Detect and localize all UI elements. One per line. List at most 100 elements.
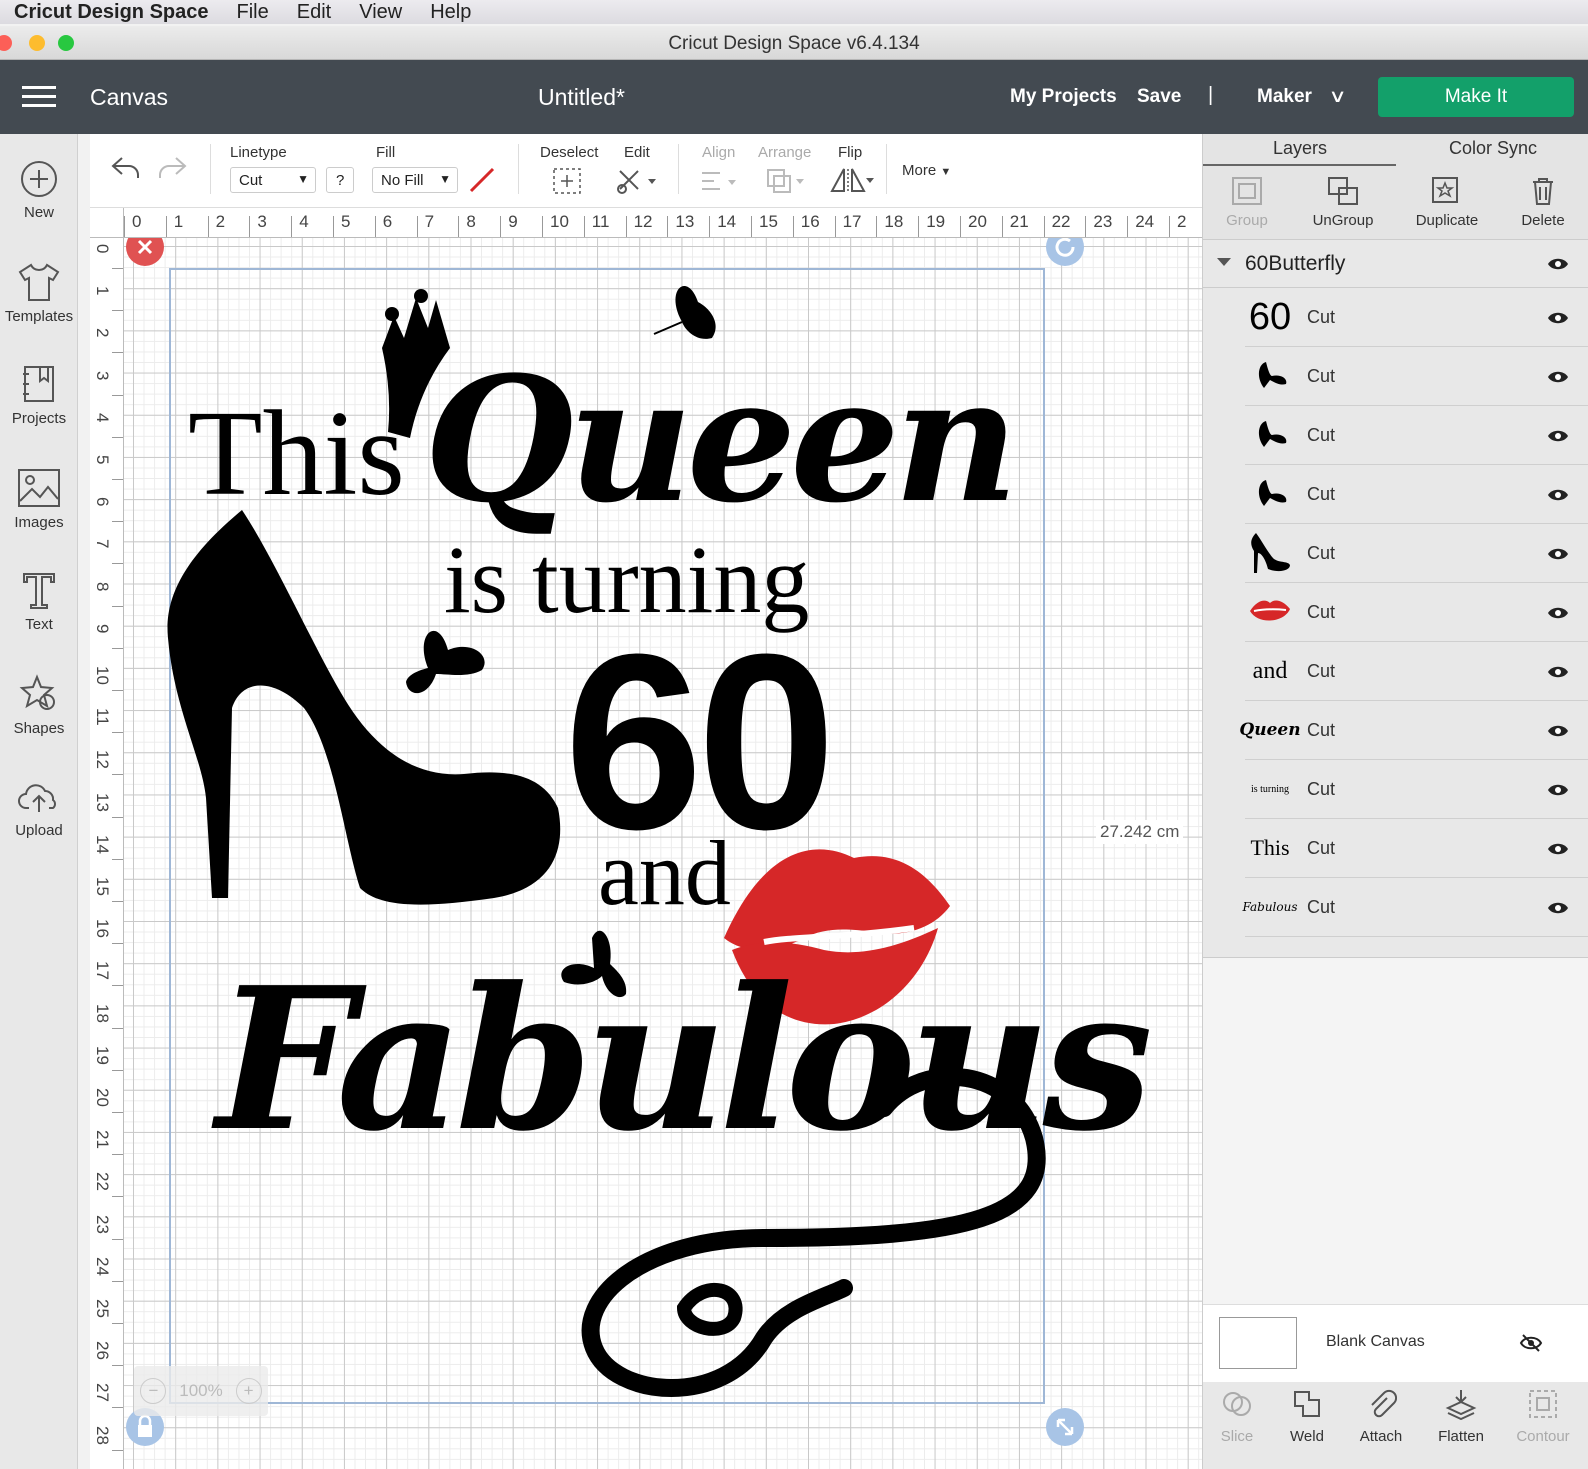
contour-button[interactable]: Contour (1503, 1388, 1583, 1445)
layer-row[interactable]: Cut (1245, 524, 1588, 583)
zoom-out-icon[interactable]: − (140, 1378, 167, 1404)
flip-icon[interactable] (830, 167, 874, 195)
ruler-corner (90, 208, 124, 238)
menu-edit[interactable]: Edit (297, 1, 331, 24)
eye-icon[interactable] (1547, 724, 1569, 738)
layer-row[interactable]: and Cut (1245, 642, 1588, 701)
undo-icon[interactable] (110, 154, 142, 182)
rotate-handle-icon[interactable] (1046, 238, 1084, 266)
design-text-queen[interactable]: Queen (424, 338, 1019, 541)
group-label: Group (1226, 212, 1268, 229)
layer-row[interactable]: is turning Cut (1245, 760, 1588, 819)
machine-selector[interactable]: Maker (1257, 86, 1312, 108)
delete-handle-icon[interactable] (126, 238, 164, 266)
eye-icon[interactable] (1547, 311, 1569, 325)
nav-projects[interactable]: Projects (0, 364, 78, 427)
layer-thumbnail (1247, 471, 1293, 517)
layer-row[interactable]: This Cut (1245, 819, 1588, 878)
redo-icon[interactable] (156, 154, 188, 182)
trash-icon (1533, 178, 1553, 205)
layer-group-row[interactable]: 60Butterfly (1203, 240, 1588, 288)
expand-triangle-icon[interactable] (1217, 258, 1231, 266)
eye-hidden-icon[interactable] (1519, 1333, 1543, 1353)
linetype-select[interactable]: Cut ▼ (230, 167, 316, 193)
ruler-tick (792, 216, 794, 237)
menu-view[interactable]: View (359, 1, 402, 24)
linetype-help-button[interactable]: ? (326, 167, 354, 193)
resize-handle-icon[interactable] (1046, 1408, 1084, 1446)
blank-canvas-row[interactable]: Blank Canvas (1203, 1304, 1588, 1382)
design-text-fabulous[interactable]: Fabulous (211, 945, 1158, 1175)
nav-shapes[interactable]: Shapes (0, 674, 78, 737)
design-text-and[interactable]: and (598, 822, 731, 924)
zoom-in-icon[interactable]: + (235, 1378, 262, 1404)
design-text-this[interactable]: This (188, 386, 405, 521)
layer-row[interactable]: Cut (1245, 583, 1588, 642)
weld-button[interactable]: Weld (1267, 1388, 1347, 1445)
arrange-icon[interactable] (766, 168, 808, 194)
blank-canvas-swatch[interactable] (1219, 1317, 1297, 1369)
align-icon[interactable] (700, 170, 740, 194)
ruler-tick (112, 690, 123, 691)
fabulous-swirl-shape (676, 1283, 743, 1336)
eye-icon[interactable] (1547, 901, 1569, 915)
layer-row[interactable]: Queen Cut (1239, 701, 1588, 760)
save-button[interactable]: Save (1137, 86, 1181, 108)
make-it-button[interactable]: Make It (1378, 77, 1574, 117)
eye-icon[interactable] (1547, 257, 1569, 271)
eye-icon[interactable] (1547, 488, 1569, 502)
layer-row[interactable]: Cut (1245, 347, 1588, 406)
chevron-down-icon[interactable]: ∨ (1328, 86, 1346, 107)
menu-help[interactable]: Help (430, 1, 471, 24)
hamburger-menu-icon[interactable] (22, 86, 56, 108)
linetype-label: Linetype (230, 144, 287, 161)
ruler-tick-label: 2 (215, 212, 226, 231)
eye-icon[interactable] (1547, 783, 1569, 797)
nav-templates[interactable]: Templates (0, 262, 78, 325)
layer-row[interactable]: Fabulous Cut (1242, 878, 1588, 937)
delete-button[interactable]: Delete (1495, 176, 1588, 229)
group-button[interactable]: Group (1199, 176, 1295, 229)
nav-upload[interactable]: Upload (0, 780, 78, 839)
ruler-tick (207, 216, 209, 237)
slice-button[interactable]: Slice (1197, 1388, 1277, 1445)
eye-icon[interactable] (1547, 842, 1569, 856)
flatten-button[interactable]: Flatten (1421, 1388, 1501, 1445)
eye-icon[interactable] (1547, 370, 1569, 384)
my-projects-link[interactable]: My Projects (1010, 86, 1117, 108)
deselect-icon[interactable] (552, 167, 582, 195)
fill-select[interactable]: No Fill ▼ (372, 167, 458, 193)
eye-icon[interactable] (1547, 665, 1569, 679)
dropdown-arrow-icon: ▼ (439, 172, 451, 186)
design-artwork[interactable]: This Queen is turning 60 and Fabulous (124, 238, 1202, 1469)
ruler-tick (112, 1280, 123, 1282)
eye-icon[interactable] (1547, 429, 1569, 443)
document-title[interactable]: Untitled* (538, 84, 625, 111)
layer-row[interactable]: Cut (1245, 465, 1588, 524)
layer-row[interactable]: Cut (1245, 406, 1588, 465)
nav-text[interactable]: Text (0, 570, 78, 633)
no-fill-swatch-icon[interactable] (468, 166, 496, 194)
more-menu[interactable]: More ▼ (902, 162, 951, 179)
ruler-tick (1169, 216, 1170, 237)
tab-layers[interactable]: Layers (1273, 138, 1327, 159)
ungroup-button[interactable]: UnGroup (1295, 176, 1391, 229)
ruler-tick-label: 11 (591, 212, 610, 231)
duplicate-button[interactable]: Duplicate (1399, 176, 1495, 229)
nav-images[interactable]: Images (0, 468, 78, 531)
menu-file[interactable]: File (237, 1, 269, 24)
eye-icon[interactable] (1547, 547, 1569, 561)
ruler-tick-label: 24 (93, 1256, 112, 1276)
ruler-tick-label: 3 (257, 212, 267, 231)
ruler-tick (112, 774, 123, 776)
attach-button[interactable]: Attach (1341, 1388, 1421, 1445)
tab-color-sync[interactable]: Color Sync (1449, 138, 1537, 159)
menubar-app-name[interactable]: Cricut Design Space (14, 1, 209, 24)
ruler-tick-label: 18 (884, 212, 904, 231)
slice-label: Slice (1220, 1428, 1254, 1445)
edit-scissors-icon[interactable] (616, 167, 660, 195)
eye-icon[interactable] (1547, 606, 1569, 620)
layer-row[interactable]: 60 Cut (1245, 288, 1588, 347)
nav-new[interactable]: New (0, 160, 78, 221)
design-canvas[interactable]: This Queen is turning 60 and Fabulous 27… (124, 238, 1202, 1469)
